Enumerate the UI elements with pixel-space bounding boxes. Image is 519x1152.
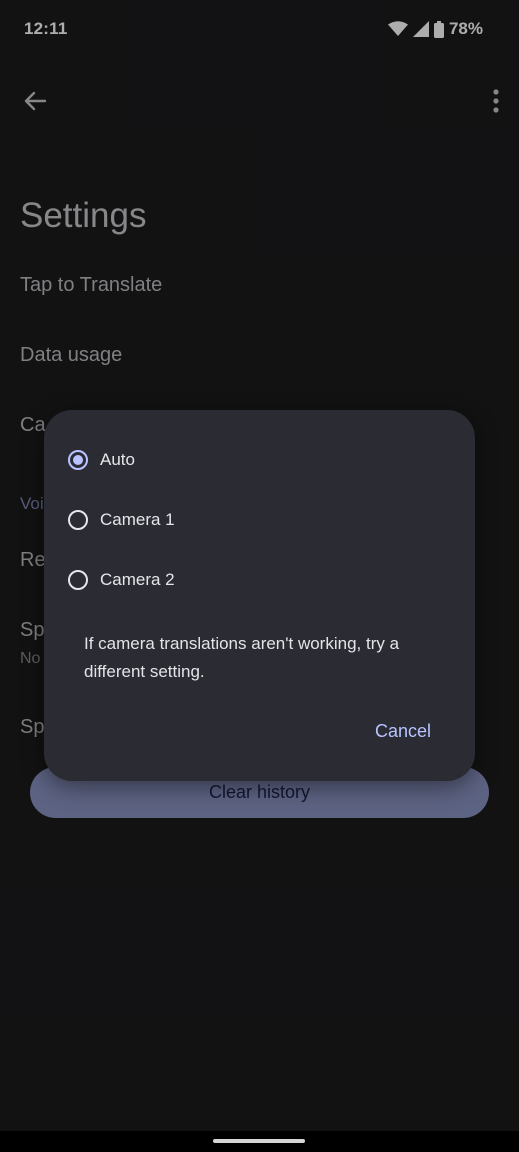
camera-setting-dialog: Auto Camera 1 Camera 2 If camera transla… [44, 410, 475, 781]
option-label: Camera 1 [100, 510, 175, 529]
dialog-message: If camera translations aren't working, t… [84, 634, 400, 681]
option-camera-1[interactable]: Camera 1 [68, 496, 448, 544]
home-gesture-handle[interactable] [213, 1139, 305, 1143]
cancel-button[interactable]: Cancel [361, 715, 445, 748]
navigation-bar [0, 1131, 519, 1152]
option-label: Auto [100, 450, 135, 469]
option-auto[interactable]: Auto [68, 436, 448, 484]
screen: 12:11 78% Settings Tap to Translate Data… [0, 0, 519, 1152]
option-label: Camera 2 [100, 570, 175, 589]
radio-unselected-icon[interactable] [68, 510, 88, 530]
radio-unselected-icon[interactable] [68, 570, 88, 590]
option-camera-2[interactable]: Camera 2 [68, 556, 448, 604]
radio-selected-icon[interactable] [68, 450, 88, 470]
